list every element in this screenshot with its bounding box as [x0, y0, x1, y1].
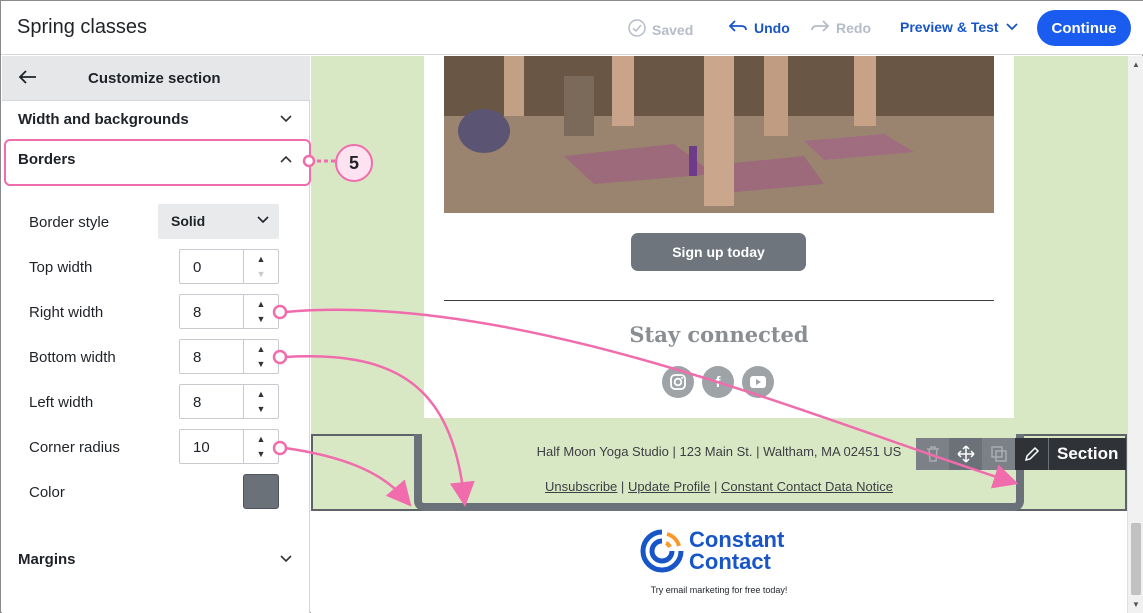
color-label: Color [29, 484, 65, 501]
increment-icon[interactable]: ▲ [244, 251, 278, 267]
move-icon[interactable] [949, 438, 982, 470]
corner-radius-label: Corner radius [29, 439, 120, 456]
left-width-label: Left width [29, 394, 94, 411]
left-width-stepper[interactable]: 8 ▲ ▼ [179, 384, 279, 419]
increment-icon[interactable]: ▲ [244, 341, 278, 357]
top-bar: Spring classes Saved Undo Redo Preview &… [1, 1, 1143, 55]
accordion-borders[interactable]: Borders [2, 141, 310, 181]
constant-contact-logo: Constant Contact [639, 528, 784, 574]
unsubscribe-link[interactable]: Unsubscribe [545, 479, 617, 494]
scroll-thumb[interactable] [1131, 523, 1141, 595]
data-notice-link[interactable]: Constant Contact Data Notice [721, 479, 893, 494]
trash-icon[interactable] [916, 438, 949, 470]
chevron-down-icon [280, 552, 292, 566]
check-circle-icon [628, 19, 646, 40]
decrement-icon[interactable]: ▼ [244, 311, 278, 327]
email-content-block[interactable]: Sign up today Stay connected f [424, 56, 1014, 418]
increment-icon[interactable]: ▲ [244, 296, 278, 312]
chevron-up-icon [280, 152, 292, 166]
constant-contact-mark-icon [640, 529, 684, 573]
decrement-icon[interactable]: ▼ [244, 356, 278, 372]
chevron-down-icon [280, 112, 292, 126]
stay-connected-heading: Stay connected [629, 322, 809, 347]
top-width-label: Top width [29, 259, 93, 276]
app-window: Spring classes Saved Undo Redo Preview &… [0, 0, 1143, 613]
decrement-icon[interactable]: ▼ [244, 446, 278, 462]
facebook-icon[interactable]: f [702, 366, 734, 398]
sidebar-header: Customize section [2, 56, 310, 101]
corner-radius-stepper[interactable]: 10 ▲ ▼ [179, 429, 279, 464]
scrollbar[interactable]: ▲ ▼ [1127, 56, 1143, 613]
border-color-swatch[interactable] [243, 474, 279, 509]
accordion-width-backgrounds[interactable]: Width and backgrounds [2, 101, 310, 141]
yoga-class-photo[interactable] [444, 56, 994, 213]
right-width-label: Right width [29, 304, 104, 321]
bottom-width-stepper[interactable]: 8 ▲ ▼ [179, 339, 279, 374]
increment-icon[interactable]: ▲ [244, 386, 278, 402]
update-profile-link[interactable]: Update Profile [628, 479, 710, 494]
increment-icon[interactable]: ▲ [244, 431, 278, 447]
back-arrow-icon[interactable] [18, 68, 38, 91]
saved-status: Saved [628, 19, 693, 40]
chevron-down-icon [1005, 19, 1019, 35]
section-toolbar: Section [916, 438, 1127, 470]
decrement-icon[interactable]: ▼ [244, 401, 278, 417]
accordion-margins[interactable]: Margins [2, 541, 310, 581]
instagram-icon[interactable] [662, 366, 694, 398]
section-label: Section [1048, 438, 1127, 470]
scroll-up-icon[interactable]: ▲ [1128, 60, 1143, 69]
top-width-stepper[interactable]: 0 ▲ ▼ [179, 249, 279, 284]
decrement-icon[interactable]: ▼ [244, 266, 278, 282]
youtube-icon[interactable] [742, 366, 774, 398]
preview-test-dropdown[interactable]: Preview & Test [900, 19, 1019, 35]
step-number-badge: 5 [335, 144, 373, 182]
duplicate-icon[interactable] [982, 438, 1015, 470]
pencil-icon[interactable] [1015, 438, 1048, 470]
page-title: Spring classes [17, 16, 148, 38]
right-width-stepper[interactable]: 8 ▲ ▼ [179, 294, 279, 329]
bottom-width-label: Bottom width [29, 349, 116, 366]
scroll-down-icon[interactable]: ▼ [1128, 600, 1143, 609]
redo-icon [810, 19, 830, 36]
border-style-label: Border style [29, 214, 110, 231]
redo-button[interactable]: Redo [810, 19, 871, 36]
email-canvas: Sign up today Stay connected f Half Moon… [311, 56, 1127, 613]
undo-button[interactable]: Undo [728, 19, 790, 36]
sign-up-button[interactable]: Sign up today [631, 233, 806, 271]
chevron-down-icon [257, 213, 269, 227]
customize-sidebar: Customize section Width and backgrounds … [2, 56, 311, 613]
social-icons: f [662, 366, 774, 398]
undo-icon [728, 19, 748, 36]
tagline: Try email marketing for free today! [650, 585, 788, 595]
footer-links: Unsubscribe | Update Profile | Constant … [545, 479, 893, 494]
sidebar-title: Customize section [88, 70, 221, 87]
border-style-select[interactable]: Solid [158, 204, 279, 239]
divider [444, 300, 994, 301]
continue-button[interactable]: Continue [1037, 10, 1131, 46]
